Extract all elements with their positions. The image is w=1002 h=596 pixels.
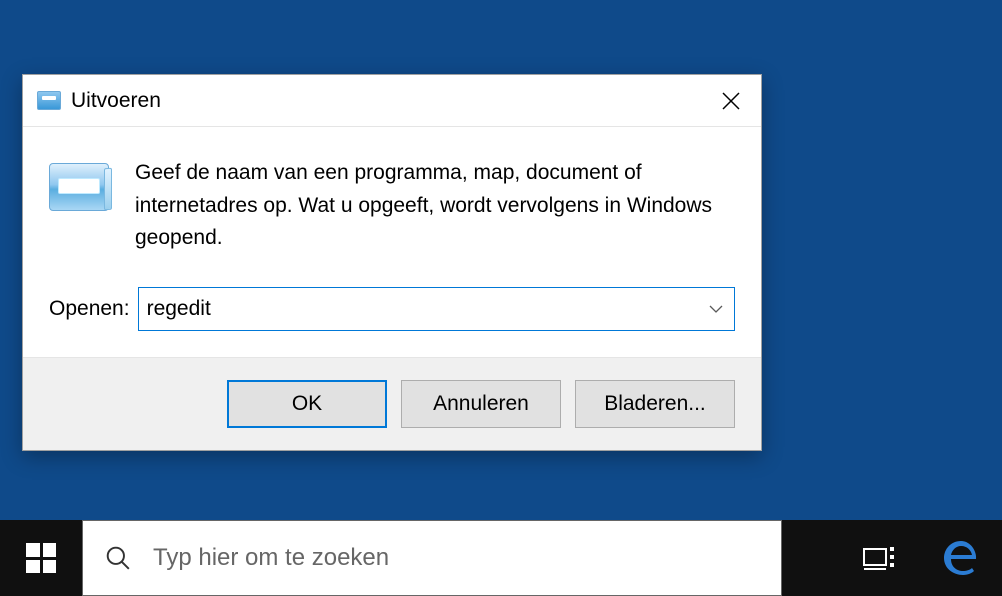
browse-button[interactable]: Bladeren... [575,380,735,428]
titlebar-left: Uitvoeren [37,89,161,113]
dialog-content: Geef de naam van een programma, map, doc… [23,127,761,357]
search-placeholder: Typ hier om te zoeken [153,544,389,572]
windows-logo-icon [26,543,56,573]
ok-button[interactable]: OK [227,380,387,428]
description-row: Geef de naam van een programma, map, doc… [49,157,735,255]
edge-button[interactable] [920,520,1002,596]
taskbar-icons [838,520,1002,596]
open-combobox[interactable] [138,287,735,331]
titlebar: Uitvoeren [23,75,761,127]
open-label: Openen: [49,297,130,321]
task-view-icon [862,541,896,575]
taskbar-search[interactable]: Typ hier om te zoeken [82,520,782,596]
description-text: Geef de naam van een programma, map, doc… [135,157,735,255]
close-button[interactable] [701,75,761,127]
run-dialog: Uitvoeren Geef de naam van een programma… [22,74,762,451]
open-input[interactable] [139,288,698,330]
run-icon [37,91,61,110]
task-view-button[interactable] [838,520,920,596]
button-row: OK Annuleren Bladeren... [23,357,761,450]
taskbar: Typ hier om te zoeken [0,520,1002,596]
close-icon [722,92,740,110]
input-row: Openen: [49,287,735,331]
search-icon [105,545,131,571]
start-button[interactable] [0,520,82,596]
cancel-button[interactable]: Annuleren [401,380,561,428]
run-icon-large [49,163,109,211]
chevron-down-icon[interactable] [698,288,734,330]
edge-icon [941,538,981,578]
dialog-title: Uitvoeren [71,89,161,113]
